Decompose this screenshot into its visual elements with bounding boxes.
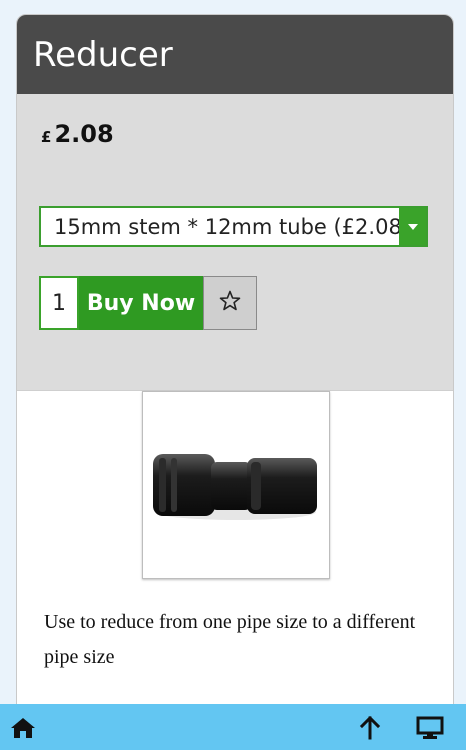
option-selected-text: 15mm stem * 12mm tube (£2.08)	[54, 214, 399, 239]
product-image	[142, 391, 330, 579]
arrow-up-icon[interactable]	[356, 715, 384, 741]
product-price: £2.08	[41, 120, 114, 148]
quantity-input[interactable]: 1	[39, 276, 79, 330]
currency-symbol: £	[41, 128, 52, 146]
star-icon	[218, 289, 242, 317]
bottom-toolbar	[0, 704, 466, 750]
product-header: Reducer	[17, 15, 453, 94]
product-description: Use to reduce from one pipe size to a di…	[44, 611, 416, 668]
home-icon[interactable]	[9, 715, 37, 741]
product-title: Reducer	[33, 34, 173, 75]
option-select[interactable]: 15mm stem * 12mm tube (£2.08)	[39, 206, 428, 247]
chevron-down-icon[interactable]	[399, 208, 426, 245]
buy-now-button[interactable]: Buy Now	[79, 276, 203, 330]
price-value: 2.08	[54, 120, 114, 148]
desktop-icon[interactable]	[416, 715, 444, 741]
favourite-button[interactable]	[203, 276, 257, 330]
purchase-panel: £2.08 15mm stem * 12mm tube (£2.08) 1 Bu…	[17, 94, 453, 391]
product-card: Reducer £2.08 15mm stem * 12mm tube (£2.…	[16, 14, 454, 716]
